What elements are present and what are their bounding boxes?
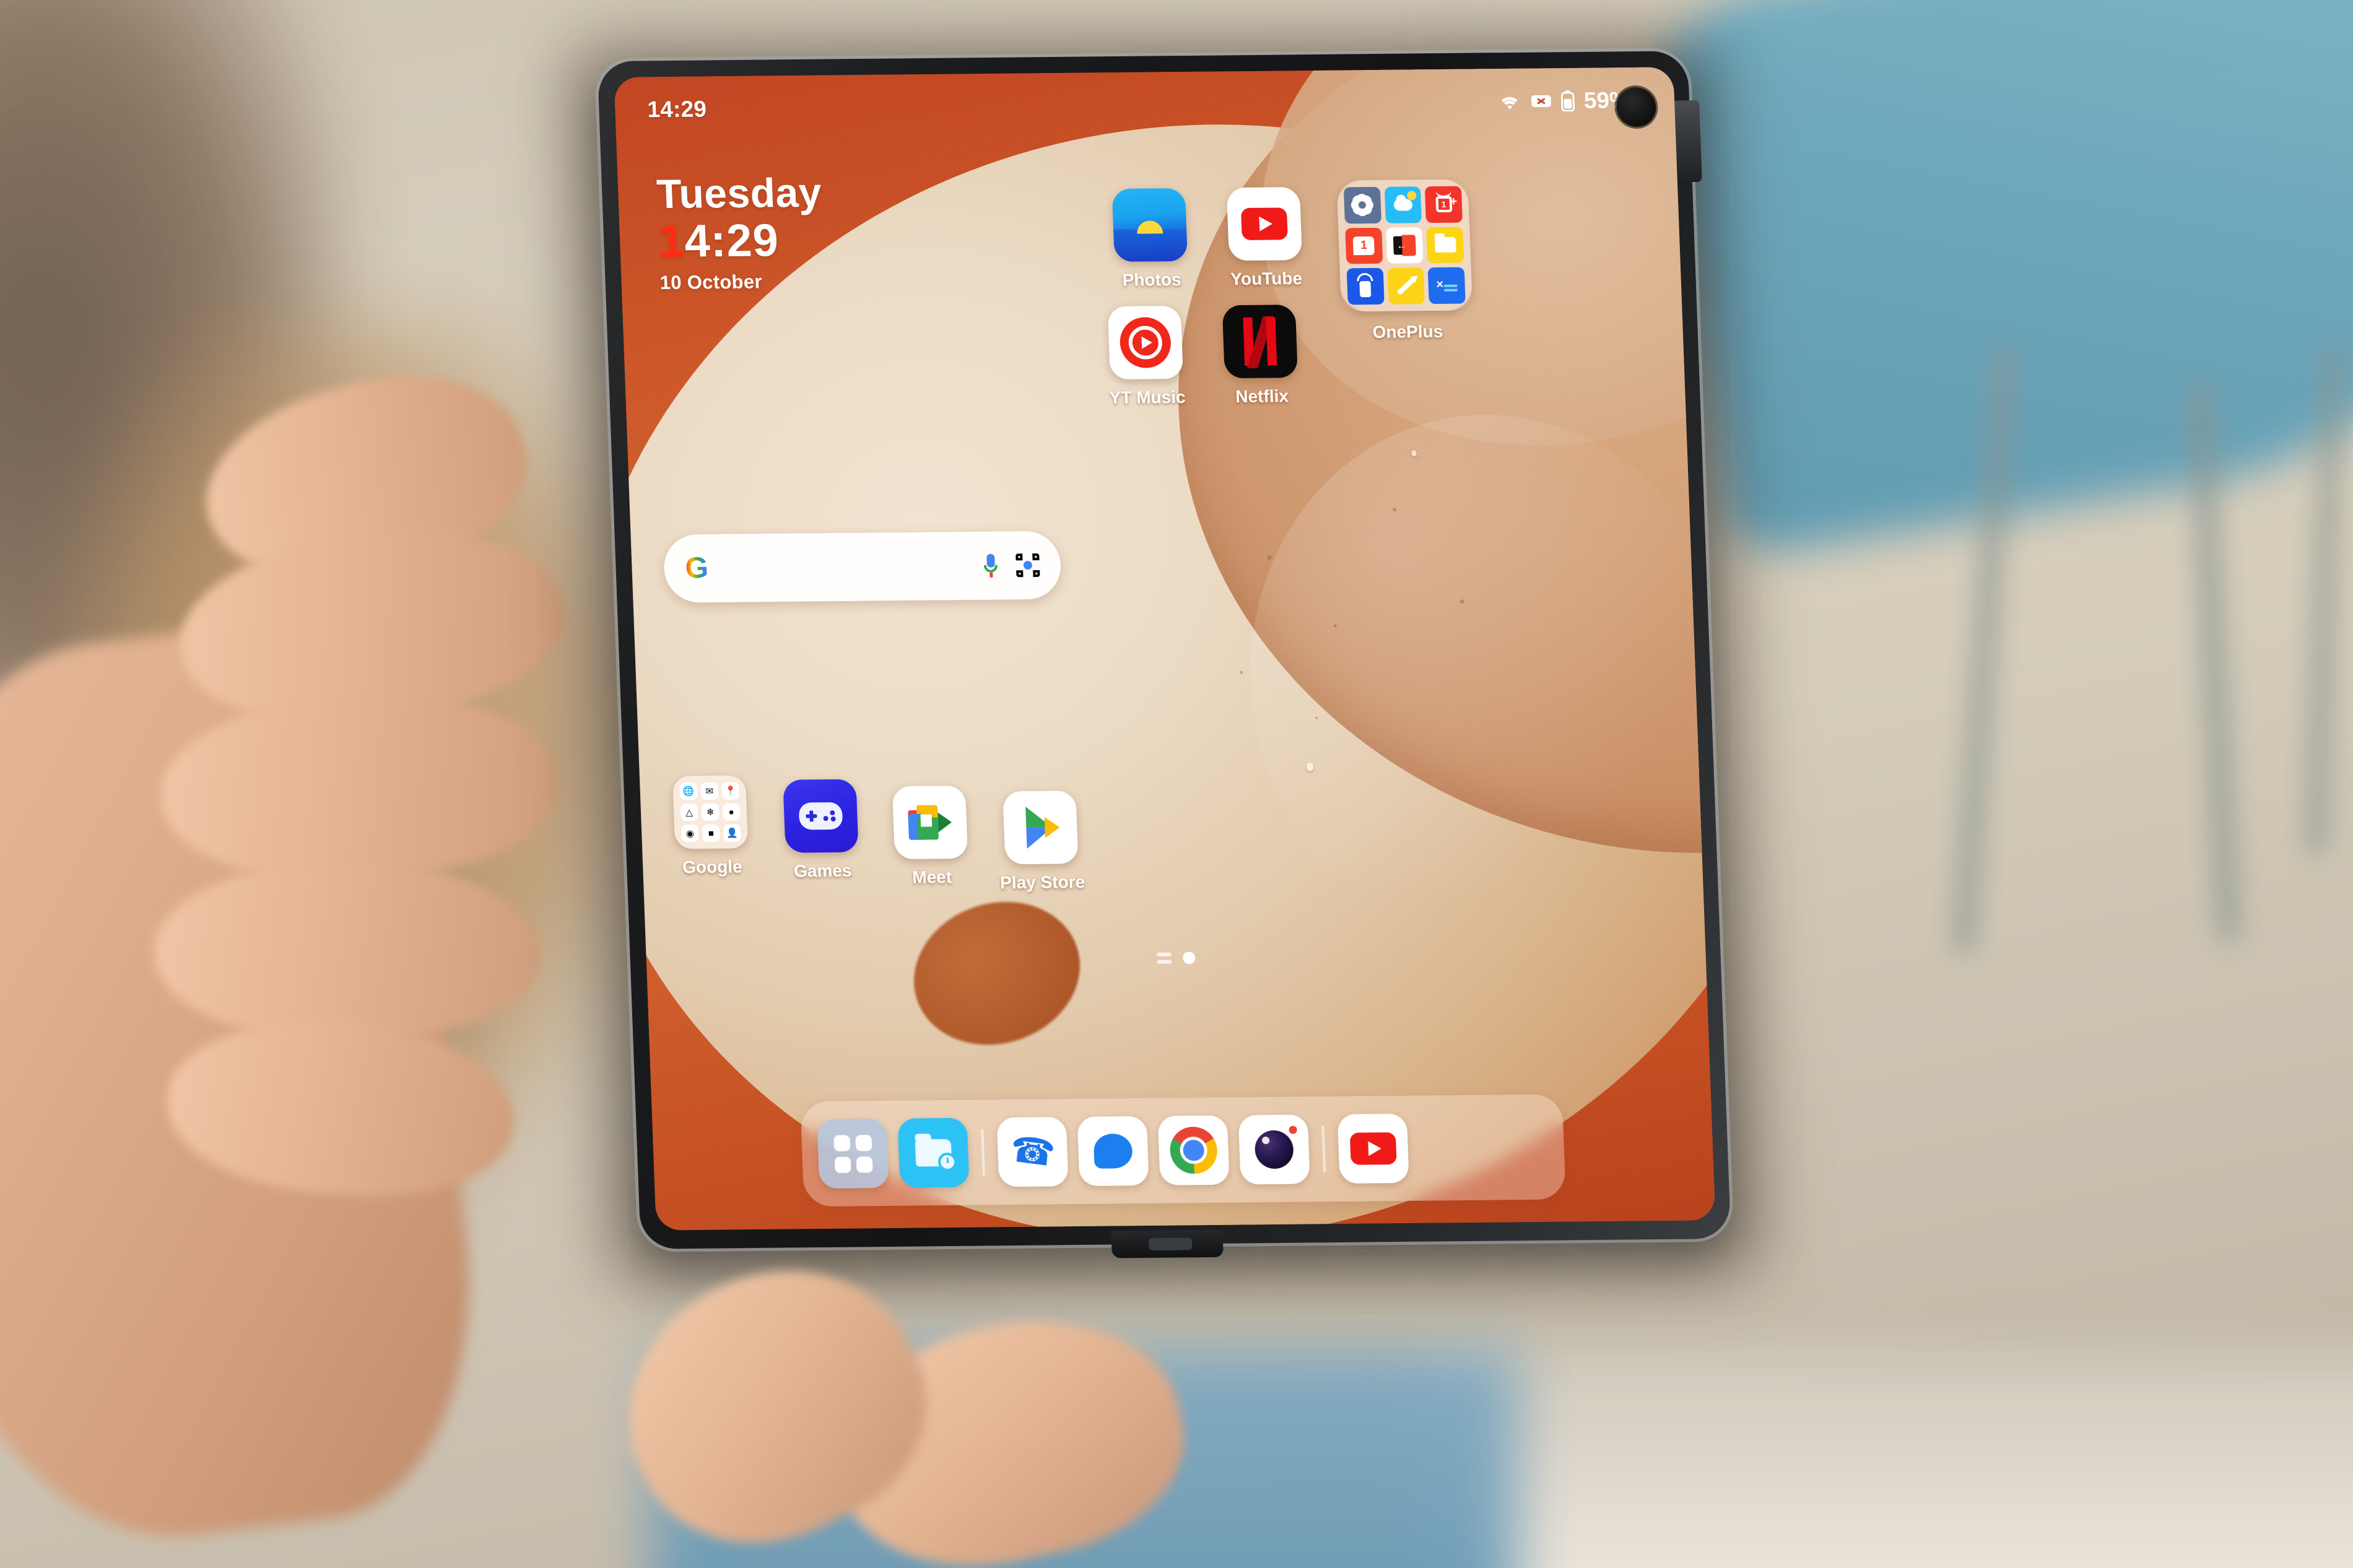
- messages-icon[interactable]: [1077, 1116, 1149, 1187]
- app-yt-music[interactable]: YT Music: [1105, 305, 1188, 408]
- page-indicator[interactable]: [1156, 951, 1196, 964]
- mini-icon-contacts: 👤: [723, 824, 741, 842]
- recent-files-icon[interactable]: [897, 1117, 970, 1188]
- play-store-icon: [1003, 790, 1079, 865]
- blurred-blue-foreground: [650, 1349, 1517, 1568]
- photos-icon: [1111, 188, 1188, 262]
- camera-icon[interactable]: [1238, 1114, 1310, 1185]
- hinge-nub: [1148, 1237, 1193, 1250]
- folder-label-google: Google: [682, 857, 743, 877]
- app-label-photos: Photos: [1122, 269, 1182, 290]
- wallpaper-speck: [1267, 555, 1272, 560]
- status-bar-time: 14:29: [646, 96, 707, 123]
- app-label-play-store: Play Store: [999, 872, 1085, 893]
- google-g-logo: G: [684, 552, 709, 585]
- youtube-icon: [1226, 187, 1303, 261]
- oneplus-folder-preview: 1 + 1 ← ×: [1336, 179, 1473, 312]
- mini-icon-news: ■: [702, 824, 720, 842]
- wifi-icon: [1497, 92, 1521, 111]
- search-input[interactable]: [708, 555, 985, 579]
- app-photos[interactable]: Photos: [1109, 188, 1192, 290]
- mini-icon-chrome: ◉: [681, 825, 699, 842]
- page-dot-active: [1182, 951, 1196, 964]
- battery-icon: [1560, 90, 1575, 112]
- mini-icon-maps: 📍: [721, 782, 740, 800]
- app-games[interactable]: Games: [780, 779, 863, 881]
- app-netflix[interactable]: Netflix: [1219, 305, 1302, 407]
- folder-label-oneplus: OnePlus: [1372, 321, 1443, 342]
- no-sim-icon: [1529, 92, 1553, 110]
- page-list-glyph: [1156, 952, 1172, 964]
- clock-time-label: 14:29: [658, 215, 824, 267]
- device-frame: 14:29 59% Tuesday 14:29 10 October Photo…: [597, 51, 1731, 1258]
- status-bar-right-cluster: 59%: [1497, 87, 1630, 115]
- clone-phone-icon: ←: [1385, 227, 1424, 264]
- folder-icon: [1426, 227, 1464, 264]
- wallpaper-speck: [1240, 671, 1243, 675]
- netflix-icon: [1222, 305, 1298, 379]
- app-youtube[interactable]: YouTube: [1224, 187, 1307, 289]
- mini-icon-assistant: ●: [722, 803, 741, 821]
- app-label-netflix: Netflix: [1235, 386, 1289, 407]
- cloud-sun-icon: [1384, 186, 1422, 223]
- foldable-device: 14:29 59% Tuesday 14:29 10 October Photo…: [559, 25, 1770, 1293]
- clock-time-highlight: 1: [657, 215, 685, 267]
- google-folder-preview: 🌐 ✉ 📍 △ ❄ ● ◉ ■ 👤: [672, 775, 749, 849]
- app-play-store[interactable]: Play Store: [999, 790, 1085, 893]
- app-label-yt-music: YT Music: [1108, 387, 1186, 407]
- status-bar: 14:29 59%: [614, 67, 1676, 142]
- google-meet-icon: [892, 786, 968, 860]
- oneplus-store-icon: 1 +: [1425, 186, 1463, 223]
- google-search-widget[interactable]: G: [663, 531, 1062, 603]
- app-drawer-icon[interactable]: [817, 1119, 889, 1189]
- chrome-icon[interactable]: [1157, 1115, 1230, 1185]
- app-label-games: Games: [793, 860, 852, 881]
- app-label-youtube: YouTube: [1230, 269, 1303, 289]
- folder-oneplus[interactable]: 1 + 1 ← × OnePlus: [1334, 179, 1476, 342]
- app-meet[interactable]: Meet: [889, 786, 972, 888]
- google-lens-icon[interactable]: [1016, 553, 1040, 578]
- folder-google[interactable]: 🌐 ✉ 📍 △ ❄ ● ◉ ■ 👤 Google: [669, 775, 752, 877]
- calculator-icon: ×: [1427, 267, 1466, 305]
- gamepad-icon: [783, 779, 859, 853]
- dock-divider: [1321, 1125, 1326, 1173]
- microphone-icon[interactable]: [983, 553, 998, 578]
- mini-icon-photos: ❄: [701, 803, 720, 821]
- pencil-note-icon: [1387, 267, 1425, 305]
- device-screen[interactable]: 14:29 59% Tuesday 14:29 10 October Photo…: [614, 67, 1716, 1231]
- clock-date-label: 10 October: [659, 271, 763, 293]
- mini-icon-gmail: ✉: [700, 782, 719, 800]
- wallpaper-speck: [1333, 624, 1337, 628]
- gear-icon: [1343, 186, 1381, 224]
- phone-icon[interactable]: ☎: [996, 1117, 1069, 1187]
- app-label-meet: Meet: [911, 867, 952, 887]
- clock-widget[interactable]: Tuesday 14:29 10 October: [656, 169, 825, 294]
- youtube-icon[interactable]: [1337, 1113, 1409, 1184]
- dock: ☎: [800, 1094, 1566, 1207]
- community-badge-icon: 1: [1345, 227, 1383, 264]
- youtube-music-icon: [1107, 305, 1183, 379]
- floor-area: [1424, 1349, 2353, 1568]
- mini-icon-google: 🌐: [679, 782, 698, 800]
- dock-divider: [981, 1128, 985, 1176]
- mini-icon-drive: △: [680, 803, 698, 821]
- share-cast-icon: [1346, 268, 1385, 305]
- clock-day-label: Tuesday: [656, 169, 823, 217]
- clock-time-rest: 4:29: [683, 214, 780, 267]
